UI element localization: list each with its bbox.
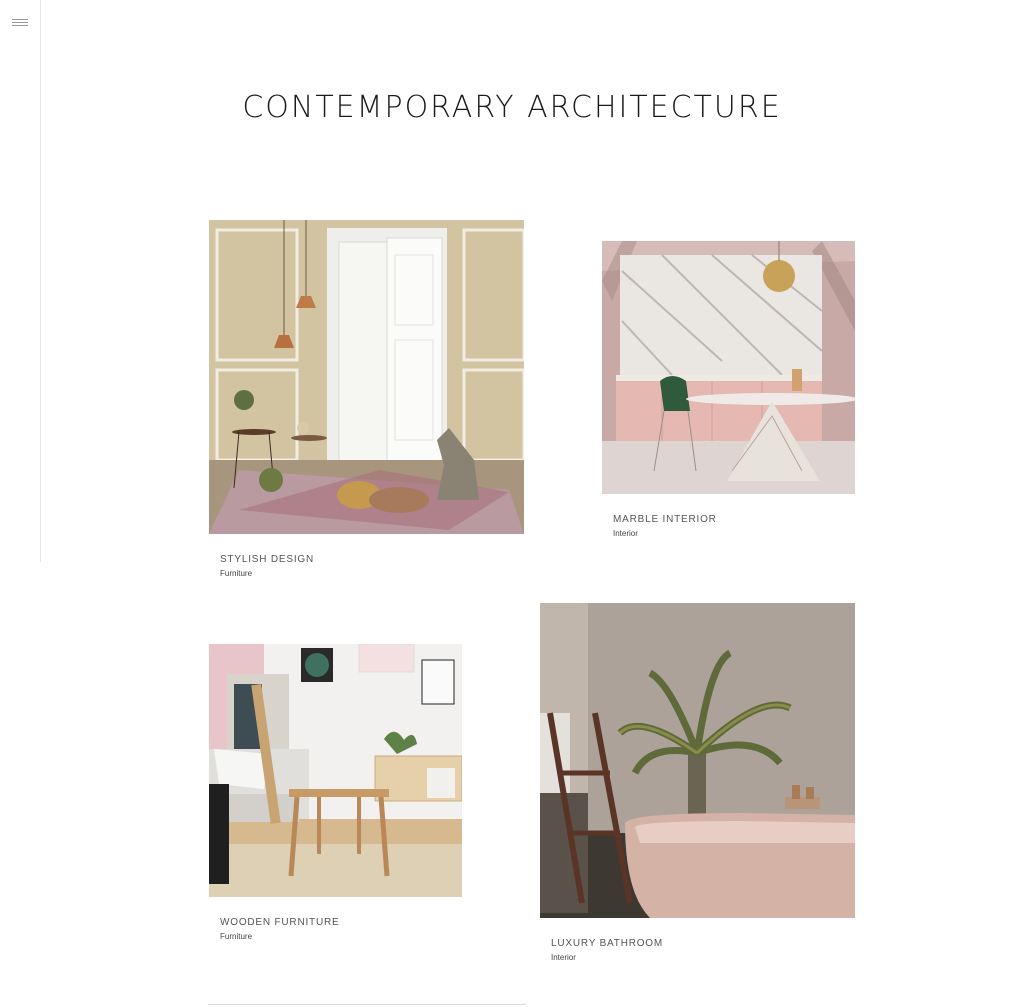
project-category[interactable]: Furniture	[220, 569, 252, 578]
project-category[interactable]: Interior	[613, 529, 638, 538]
side-rail	[0, 0, 41, 562]
project-title[interactable]: LUXURY BATHROOM	[551, 938, 663, 949]
page-title: CONTEMPORARY ARCHITECTURE	[242, 90, 782, 125]
portfolio-item-luxury-bathroom[interactable]: LUXURY BATHROOM Interior	[540, 603, 855, 971]
wooden-furniture-image[interactable]	[209, 644, 462, 897]
stylish-design-image[interactable]	[209, 220, 524, 534]
project-title[interactable]: WOODEN FURNITURE	[220, 917, 339, 928]
luxury-bathroom-image[interactable]	[540, 603, 855, 918]
portfolio-item-marble-interior[interactable]: MARBLE INTERIOR Interior	[602, 241, 855, 546]
portfolio-item-wooden-furniture[interactable]: WOODEN FURNITURE Furniture	[209, 644, 463, 949]
portfolio-item-stylish-design[interactable]: STYLISH DESIGN Furniture	[209, 220, 524, 585]
section-divider	[208, 1004, 526, 1005]
hamburger-menu-icon[interactable]	[12, 19, 28, 27]
project-category[interactable]: Interior	[551, 953, 576, 962]
project-title[interactable]: STYLISH DESIGN	[220, 554, 314, 565]
project-category[interactable]: Furniture	[220, 932, 252, 941]
project-title[interactable]: MARBLE INTERIOR	[613, 514, 717, 525]
marble-interior-image[interactable]	[602, 241, 855, 494]
